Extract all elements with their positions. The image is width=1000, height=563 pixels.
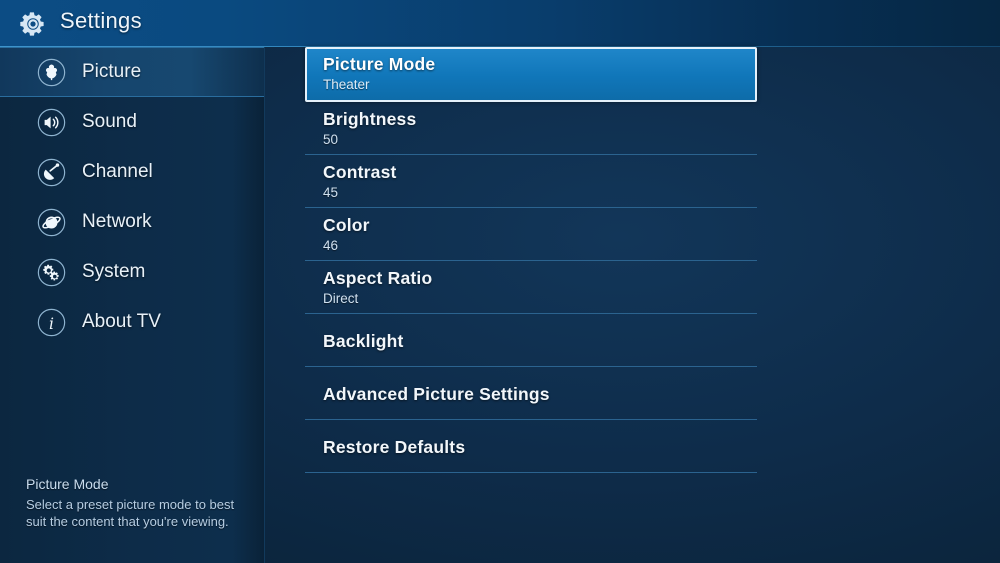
satellite-dish-icon [36, 157, 66, 187]
list-item-label: Brightness [323, 109, 417, 129]
list-item-color[interactable]: Color 46 [305, 208, 757, 261]
list-item-value: 45 [323, 185, 339, 200]
list-item-contrast[interactable]: Contrast 45 [305, 155, 757, 208]
sidebar-item-network[interactable]: Network [0, 197, 264, 247]
sidebar-item-picture[interactable]: Picture [0, 47, 264, 97]
sidebar-item-label: Picture [82, 61, 142, 82]
settings-list: Picture Mode Theater Brightness 50 Contr… [305, 47, 757, 473]
tv-settings-screen: Settings Picture Sound Channel Network S… [0, 0, 1000, 563]
list-item-label: Contrast [323, 162, 397, 182]
list-item-picture-mode[interactable]: Picture Mode Theater [305, 47, 757, 102]
list-item-label: Picture Mode [323, 54, 436, 74]
list-item-label: Color [323, 215, 370, 235]
sidebar-item-sound[interactable]: Sound [0, 97, 264, 147]
sidebar-item-label: Channel [82, 161, 153, 182]
list-item-value: Theater [323, 77, 370, 92]
speaker-icon [36, 107, 66, 137]
sidebar-item-about-tv[interactable]: i About TV [0, 297, 264, 347]
list-item-aspect-ratio[interactable]: Aspect Ratio Direct [305, 261, 757, 314]
header-bar: Settings [0, 0, 1000, 47]
list-item-advanced-picture-settings[interactable]: Advanced Picture Settings [305, 367, 757, 420]
list-item-value: 50 [323, 132, 339, 147]
gears-icon [36, 257, 66, 287]
list-item-backlight[interactable]: Backlight [305, 314, 757, 367]
help-title: Picture Mode [26, 476, 109, 492]
list-item-label: Aspect Ratio [323, 268, 433, 288]
svg-text:i: i [49, 315, 54, 333]
globe-icon [36, 207, 66, 237]
list-item-brightness[interactable]: Brightness 50 [305, 102, 757, 155]
help-panel: Picture Mode Select a preset picture mod… [26, 476, 241, 530]
list-item-label: Restore Defaults [323, 437, 466, 457]
sidebar-item-label: Sound [82, 111, 137, 132]
sidebar-item-label: System [82, 261, 146, 282]
sidebar-item-label: Network [82, 211, 152, 232]
info-icon: i [36, 307, 66, 337]
sidebar-item-channel[interactable]: Channel [0, 147, 264, 197]
flower-icon [36, 57, 66, 87]
sidebar-item-system[interactable]: System [0, 247, 264, 297]
gear-icon [18, 9, 48, 39]
sidebar: Picture Sound Channel Network System i A… [0, 47, 265, 563]
page-title: Settings [60, 8, 142, 33]
list-item-value: Direct [323, 291, 359, 306]
list-item-value: 46 [323, 238, 339, 253]
sidebar-item-label: About TV [82, 311, 161, 332]
help-body: Select a preset picture mode to best sui… [26, 497, 235, 529]
list-item-restore-defaults[interactable]: Restore Defaults [305, 420, 757, 473]
list-item-label: Advanced Picture Settings [323, 384, 550, 404]
list-item-label: Backlight [323, 331, 404, 351]
